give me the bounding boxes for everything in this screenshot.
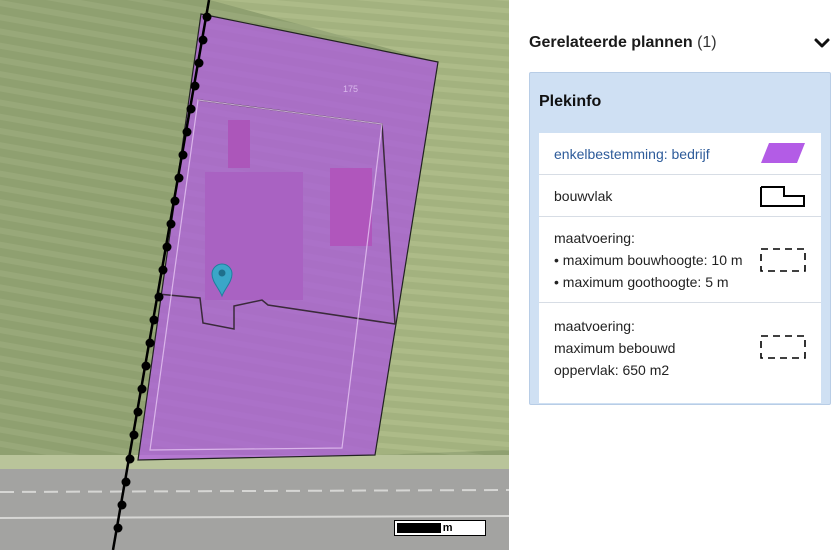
plekinfo-item-label: bouwvlak xyxy=(554,188,613,204)
plekinfo-item-maatvoering-hoogte[interactable]: maatvoering: • maximum bouwhoogte: 10 m … xyxy=(539,217,821,303)
related-plans-title: Gerelateerde plannen (1) xyxy=(529,34,717,51)
plekinfo-item-line: oppervlak: 650 m2 xyxy=(554,362,670,378)
map-canvas[interactable]: 175 xyxy=(0,0,509,550)
plekinfo-card: Plekinfo enkelbestemming: bedrijf bouwvl… xyxy=(529,72,831,405)
info-panel: Gerelateerde plannen (1) Plekinfo enkelb… xyxy=(509,0,840,550)
plekinfo-item-label: maatvoering: xyxy=(554,230,635,246)
parcel-number: 175 xyxy=(343,84,358,94)
related-plans-count: (1) xyxy=(697,34,717,51)
plekinfo-item-maatvoering-oppervlak[interactable]: maatvoering: maximum bebouwd oppervlak: … xyxy=(539,303,821,403)
plekinfo-list: enkelbestemming: bedrijf bouwvlak maatvo… xyxy=(539,133,821,403)
legend-purple-parallelogram-icon xyxy=(761,143,805,163)
map-view[interactable]: 175 20 m xyxy=(0,0,509,550)
legend-dashed-rect-icon xyxy=(760,335,806,359)
plekinfo-item-label: maatvoering: xyxy=(554,318,635,334)
road xyxy=(0,469,509,550)
related-plans-toggle[interactable]: Gerelateerde plannen (1) xyxy=(529,30,831,56)
scale-bar-label: 20 m xyxy=(427,522,453,534)
legend-dashed-rect-icon xyxy=(760,248,806,272)
plekinfo-item-line: • maximum goothoogte: 5 m xyxy=(554,274,729,290)
legend-bouwvlak-icon xyxy=(760,186,805,207)
plekinfo-heading: Plekinfo xyxy=(539,93,602,110)
scale-bar: 20 m xyxy=(394,520,486,536)
plekinfo-item-enkelbestemming[interactable]: enkelbestemming: bedrijf xyxy=(539,133,821,175)
chevron-down-icon[interactable] xyxy=(813,34,831,52)
plekinfo-item-bouwvlak[interactable]: bouwvlak xyxy=(539,175,821,217)
plekinfo-item-label[interactable]: enkelbestemming: bedrijf xyxy=(554,146,710,162)
